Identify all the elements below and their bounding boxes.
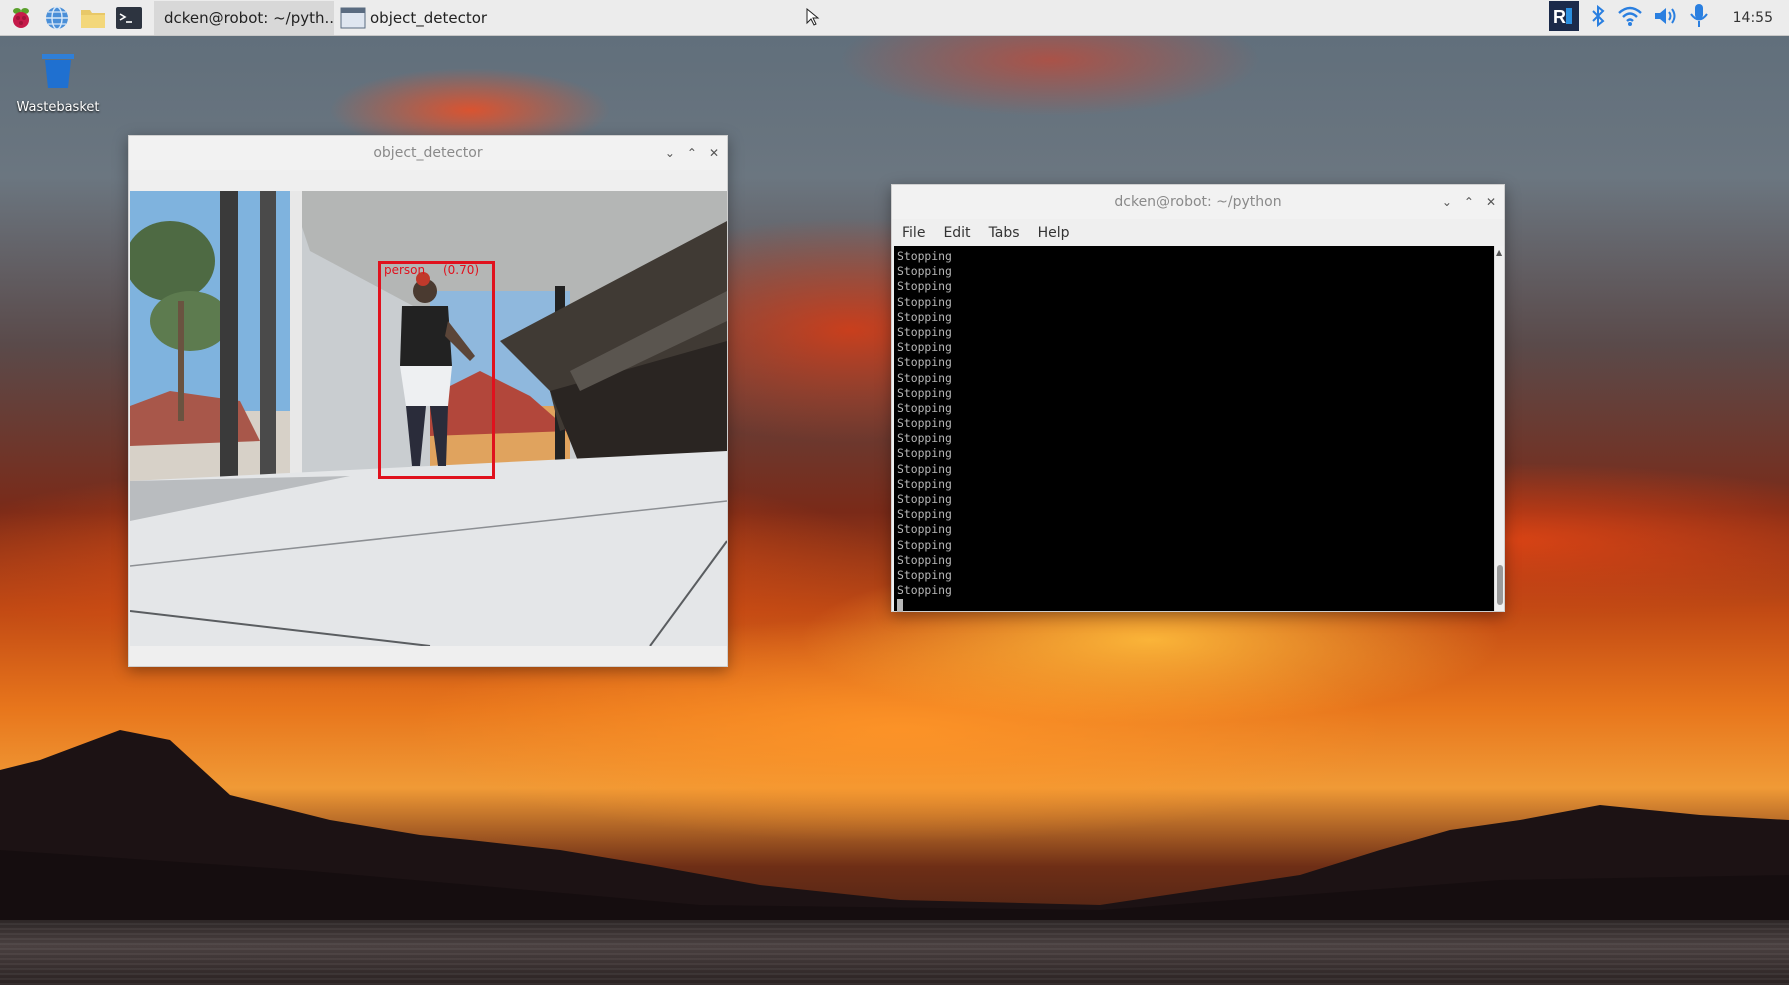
terminal-line: Stopping	[897, 249, 952, 263]
terminal-line: Stopping	[897, 522, 952, 537]
terminal-line: Stopping	[897, 507, 952, 522]
terminal-window: dcken@robot: ~/python ⌄ ⌃ ✕ File Edit Ta…	[891, 184, 1505, 613]
system-tray: R 14:55	[1548, 0, 1789, 36]
terminal-line: Stopping	[897, 309, 952, 324]
taskbar-task-label: object_detector	[370, 8, 488, 27]
camera-feed: person (0.70)	[130, 191, 727, 646]
mountain-silhouette	[0, 730, 1789, 930]
terminal-line: Stopping	[897, 355, 952, 370]
bluetooth-icon[interactable]	[1589, 4, 1607, 32]
raspberry-menu-icon[interactable]	[6, 3, 36, 33]
terminal-line: Stopping	[897, 446, 952, 461]
terminal-line: Stopping	[897, 461, 952, 476]
terminal-line: Stopping	[897, 476, 952, 491]
terminal-line: Stopping	[897, 492, 952, 506]
taskbar-task-object-detector[interactable]: object_detector	[334, 1, 514, 35]
terminal-line: Stopping	[897, 294, 952, 309]
terminal-line: Stopping	[897, 537, 952, 552]
terminal-line: Stopping	[897, 400, 952, 415]
web-browser-icon[interactable]	[42, 3, 72, 33]
menu-file[interactable]: File	[902, 225, 925, 241]
minimize-button[interactable]: ⌄	[665, 146, 675, 160]
terminal-line: Stopping	[897, 567, 952, 582]
detection-class: person	[384, 263, 426, 277]
trash-icon	[42, 54, 74, 88]
object-detector-window: object_detector ⌄ ⌃ ✕ person (0.70)	[128, 135, 728, 667]
terminal-output[interactable]: Stopping Stopping Stopping Stopping Stopping…	[894, 246, 1494, 613]
menu-help[interactable]: Help	[1038, 225, 1070, 241]
detection-score: (0.70)	[442, 263, 480, 277]
taskbar-task-label: dcken@robot: ~/pyth...	[164, 8, 334, 27]
text-cursor	[897, 599, 903, 613]
terminal-line: Stopping	[897, 264, 952, 279]
window-icon	[340, 7, 366, 28]
volume-icon[interactable]	[1653, 5, 1679, 31]
terminal-line: Stopping	[897, 416, 952, 431]
terminal-line: Stopping	[897, 552, 952, 567]
file-manager-icon[interactable]	[78, 3, 108, 33]
close-button[interactable]: ✕	[709, 146, 719, 160]
window-title: dcken@robot: ~/python	[1114, 194, 1282, 210]
terminal-line: Stopping	[897, 370, 952, 385]
menu-edit[interactable]: Edit	[943, 225, 970, 241]
detection-label: person (0.70)	[384, 263, 479, 277]
wifi-icon[interactable]	[1617, 5, 1643, 31]
maximize-button[interactable]: ⌃	[687, 146, 697, 160]
terminal-line: Stopping	[897, 431, 952, 446]
maximize-button[interactable]: ⌃	[1464, 195, 1474, 209]
minimize-button[interactable]: ⌄	[1442, 195, 1452, 209]
terminal-scrollbar[interactable]: ▲	[1494, 246, 1504, 611]
terminal-line: Stopping	[897, 583, 952, 598]
scroll-thumb[interactable]	[1497, 565, 1503, 605]
svg-text:R: R	[1553, 7, 1566, 27]
terminal-line: Stopping	[897, 324, 952, 339]
clock[interactable]: 14:55	[1733, 10, 1773, 26]
terminal-line: Stopping	[897, 340, 952, 355]
terminal-line: Stopping	[897, 279, 952, 294]
terminal-line: Stopping	[897, 385, 952, 400]
window-titlebar[interactable]: dcken@robot: ~/python ⌄ ⌃ ✕	[892, 185, 1504, 219]
terminal-launcher-icon[interactable]	[114, 3, 144, 33]
lake	[0, 920, 1789, 985]
desktop-icon-label: Wastebasket	[16, 100, 100, 115]
detection-box	[378, 261, 495, 479]
window-titlebar[interactable]: object_detector ⌄ ⌃ ✕	[129, 136, 727, 170]
microphone-icon[interactable]	[1689, 3, 1709, 33]
terminal-menubar: File Edit Tabs Help	[892, 219, 1504, 247]
realvnc-icon[interactable]: R	[1548, 1, 1579, 35]
top-panel: dcken@robot: ~/pyth... object_detector R	[0, 0, 1789, 36]
mouse-cursor-icon	[806, 7, 820, 30]
menu-tabs[interactable]: Tabs	[989, 225, 1020, 241]
terminal-prompt	[897, 598, 1494, 613]
wastebasket-desktop-icon[interactable]: Wastebasket	[12, 50, 104, 115]
window-title: object_detector	[373, 145, 483, 161]
taskbar-task-terminal[interactable]: dcken@robot: ~/pyth...	[154, 0, 334, 35]
close-button[interactable]: ✕	[1486, 195, 1496, 209]
scroll-up-icon[interactable]: ▲	[1496, 248, 1502, 257]
